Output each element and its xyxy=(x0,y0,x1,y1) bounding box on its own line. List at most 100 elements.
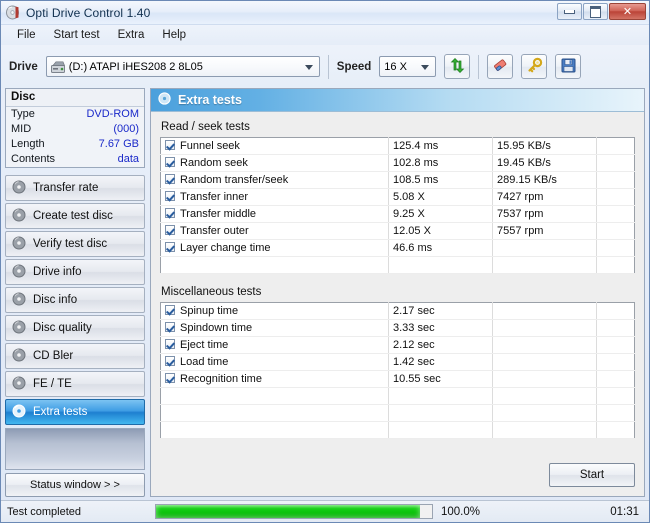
checkbox-checked-icon[interactable] xyxy=(165,356,175,366)
test-name-cell[interactable]: Random seek xyxy=(160,154,389,172)
checkbox-checked-icon[interactable] xyxy=(165,242,175,252)
title-bar: Opti Drive Control 1.40 ✕ xyxy=(1,1,649,25)
test-name-cell[interactable]: Spindown time xyxy=(160,319,389,337)
table-row[interactable]: Random seek 102.8 ms 19.45 KB/s xyxy=(160,154,635,172)
table-row[interactable]: Load time 1.42 sec xyxy=(160,353,635,371)
start-button[interactable]: Start xyxy=(549,463,635,487)
checkbox-checked-icon[interactable] xyxy=(165,373,175,383)
test-name-cell[interactable] xyxy=(160,387,389,405)
test-value-primary: 108.5 ms xyxy=(388,171,493,189)
sidebar-item-fe-te[interactable]: FE / TE xyxy=(5,371,145,397)
table-row[interactable]: Transfer inner 5.08 X 7427 rpm xyxy=(160,188,635,206)
table-row[interactable]: Eject time 2.12 sec xyxy=(160,336,635,354)
test-name-cell[interactable] xyxy=(160,256,389,274)
checkbox-checked-icon[interactable] xyxy=(165,339,175,349)
checkbox-checked-icon[interactable] xyxy=(165,208,175,218)
checkbox-checked-icon[interactable] xyxy=(165,140,175,150)
erase-button[interactable] xyxy=(487,54,514,79)
sidebar-item-drive-info[interactable]: Drive info xyxy=(5,259,145,285)
save-button[interactable] xyxy=(555,54,582,79)
sidebar-item-create-test-disc[interactable]: Create test disc xyxy=(5,203,145,229)
disc-icon xyxy=(6,5,21,20)
test-value-spacer xyxy=(596,302,635,320)
table-row[interactable]: Spindown time 3.33 sec xyxy=(160,319,635,337)
menu-item-help[interactable]: Help xyxy=(153,27,195,43)
test-name-cell[interactable]: Transfer middle xyxy=(160,205,389,223)
test-value-primary: 1.42 sec xyxy=(388,353,493,371)
disc-icon xyxy=(12,208,26,225)
disc-icon xyxy=(12,376,26,393)
table-row[interactable]: Transfer outer 12.05 X 7557 rpm xyxy=(160,222,635,240)
misc-label: Miscellaneous tests xyxy=(161,286,262,298)
checkbox-checked-icon[interactable] xyxy=(165,305,175,315)
test-name-cell[interactable]: Load time xyxy=(160,353,389,371)
close-button[interactable]: ✕ xyxy=(609,3,646,20)
test-name-cell[interactable]: Layer change time xyxy=(160,239,389,257)
sidebar-item-cd-bler[interactable]: CD Bler xyxy=(5,343,145,369)
disc-row-mid: MID (000) xyxy=(6,122,144,137)
test-name-cell[interactable]: Transfer outer xyxy=(160,222,389,240)
sidebar-item-transfer-rate[interactable]: Transfer rate xyxy=(5,175,145,201)
disc-icon xyxy=(12,404,26,421)
test-name-cell[interactable]: Random transfer/seek xyxy=(160,171,389,189)
toolbar-divider-1 xyxy=(327,54,329,79)
minimize-button[interactable] xyxy=(557,3,582,20)
table-row[interactable] xyxy=(160,387,635,405)
test-name-cell[interactable]: Transfer inner xyxy=(160,188,389,206)
table-row[interactable] xyxy=(160,421,635,439)
checkbox-checked-icon[interactable] xyxy=(165,157,175,167)
test-value-secondary xyxy=(492,336,597,354)
speed-label: Speed xyxy=(336,60,372,73)
test-value-primary xyxy=(388,421,493,439)
table-row[interactable]: Recognition time 10.55 sec xyxy=(160,370,635,388)
sidebar-item-label: Disc info xyxy=(33,294,78,306)
table-row[interactable] xyxy=(160,404,635,422)
test-name-label: Spindown time xyxy=(180,322,253,334)
drive-select[interactable]: (D:) ATAPI iHES208 2 8L05 xyxy=(45,56,320,77)
test-value-secondary: 19.45 KB/s xyxy=(492,154,597,172)
table-row[interactable]: Random transfer/seek 108.5 ms 289.15 KB/s xyxy=(160,171,635,189)
checkbox-checked-icon[interactable] xyxy=(165,322,175,332)
table-row[interactable]: Spinup time 2.17 sec xyxy=(160,302,635,320)
sidebar-item-extra-tests[interactable]: Extra tests xyxy=(5,399,145,425)
test-name-cell[interactable]: Recognition time xyxy=(160,370,389,388)
toolbar-divider-2 xyxy=(478,54,480,79)
table-row[interactable] xyxy=(160,256,635,274)
panel-body: Read / seek tests Funnel seek 125.4 ms 15.… xyxy=(151,112,644,453)
refresh-button[interactable] xyxy=(444,54,471,79)
disc-key-mid: MID xyxy=(11,123,32,135)
test-name-label: Spinup time xyxy=(180,305,239,317)
test-name-cell[interactable]: Spinup time xyxy=(160,302,389,320)
speed-select[interactable]: 16 X xyxy=(379,56,437,77)
eraser-icon xyxy=(492,57,509,77)
test-value-primary: 3.33 sec xyxy=(388,319,493,337)
sidebar-item-verify-test-disc[interactable]: Verify test disc xyxy=(5,231,145,257)
test-value-spacer xyxy=(596,171,635,189)
checkbox-checked-icon[interactable] xyxy=(165,174,175,184)
disc-icon xyxy=(12,292,26,309)
table-row[interactable]: Transfer middle 9.25 X 7537 rpm xyxy=(160,205,635,223)
checkbox-checked-icon[interactable] xyxy=(165,225,175,235)
status-window-button[interactable]: Status window > > xyxy=(5,473,145,497)
test-value-spacer xyxy=(596,370,635,388)
menu-item-extra[interactable]: Extra xyxy=(109,27,154,43)
key-button[interactable] xyxy=(521,54,548,79)
test-name-cell[interactable]: Funnel seek xyxy=(160,137,389,155)
drive-value: (D:) ATAPI iHES208 2 8L05 xyxy=(68,60,203,73)
table-row[interactable]: Layer change time 46.6 ms xyxy=(160,239,635,257)
maximize-button[interactable] xyxy=(583,3,608,20)
test-name-cell[interactable] xyxy=(160,404,389,422)
test-value-spacer xyxy=(596,336,635,354)
test-name-cell[interactable]: Eject time xyxy=(160,336,389,354)
test-value-spacer xyxy=(596,319,635,337)
sidebar-item-disc-info[interactable]: Disc info xyxy=(5,287,145,313)
table-row[interactable]: Funnel seek 125.4 ms 15.95 KB/s xyxy=(160,137,635,155)
test-name-cell[interactable] xyxy=(160,421,389,439)
sidebar-item-disc-quality[interactable]: Disc quality xyxy=(5,315,145,341)
disc-row-length: Length 7.67 GB xyxy=(6,137,144,152)
status-message: Test completed xyxy=(7,505,81,518)
checkbox-checked-icon[interactable] xyxy=(165,191,175,201)
menu-item-file[interactable]: File xyxy=(8,27,45,43)
menu-item-start-test[interactable]: Start test xyxy=(45,27,109,43)
test-value-primary: 5.08 X xyxy=(388,188,493,206)
